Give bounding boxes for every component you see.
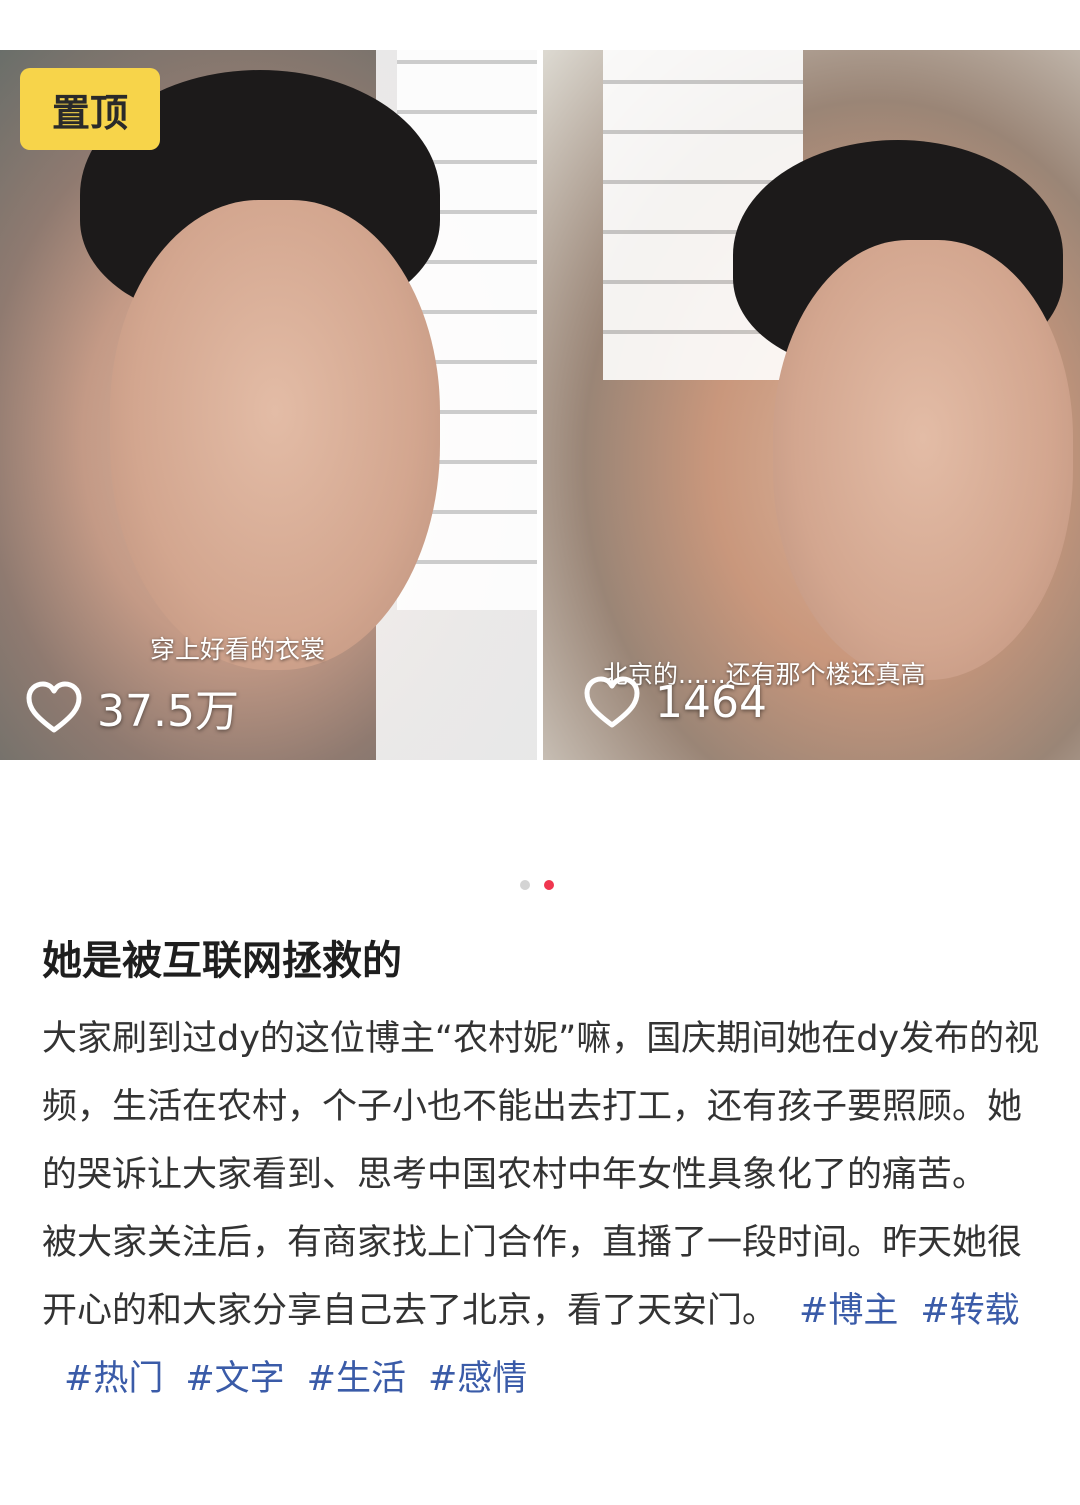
video-tile-pinned[interactable]: 置顶 穿上好看的衣裳 37.5万 xyxy=(0,50,537,760)
post-paragraph: 大家刷到过dy的这位博主“农村妮”嘛，国庆期间她在dy发布的视频，生活在农村，个… xyxy=(42,1019,1040,1195)
hashtag-link[interactable]: #生活 xyxy=(307,1359,406,1399)
like-count: 37.5万 xyxy=(25,675,239,739)
hashtag-link[interactable]: #感情 xyxy=(428,1359,527,1399)
carousel-dot-1[interactable] xyxy=(520,880,530,890)
like-count-value: 1464 xyxy=(655,676,767,728)
hashtag-link[interactable]: #博主 xyxy=(799,1291,898,1331)
carousel-dot-2-active[interactable] xyxy=(544,880,554,890)
person-face xyxy=(773,240,1073,680)
hashtag-link[interactable]: #文字 xyxy=(185,1359,284,1399)
like-count-value: 37.5万 xyxy=(97,686,239,737)
video-grid: 置顶 穿上好看的衣裳 37.5万 北京的......还有那个楼还真高 1464 xyxy=(0,50,1080,760)
post-paragraph-with-tags: 被大家关注后，有商家找上门合作，直播了一段时间。昨天她很开心的和大家分享自己去了… xyxy=(42,1209,1052,1413)
heart-icon xyxy=(584,676,640,728)
carousel-indicator[interactable] xyxy=(520,880,554,890)
hashtag-link[interactable]: #热门 xyxy=(64,1359,163,1399)
video-tile[interactable]: 北京的......还有那个楼还真高 1464 xyxy=(543,50,1080,760)
post-title: 她是被互联网拯救的 xyxy=(42,938,402,984)
like-count: 1464 xyxy=(583,675,767,729)
pinned-badge: 置顶 xyxy=(20,68,160,150)
hashtag-link[interactable]: #转载 xyxy=(920,1291,1019,1331)
person-face xyxy=(110,200,440,670)
video-caption: 穿上好看的衣裳 xyxy=(150,635,326,664)
heart-icon xyxy=(26,681,82,733)
post-body: 大家刷到过dy的这位博主“农村妮”嘛，国庆期间她在dy发布的视频，生活在农村，个… xyxy=(42,1005,1052,1413)
